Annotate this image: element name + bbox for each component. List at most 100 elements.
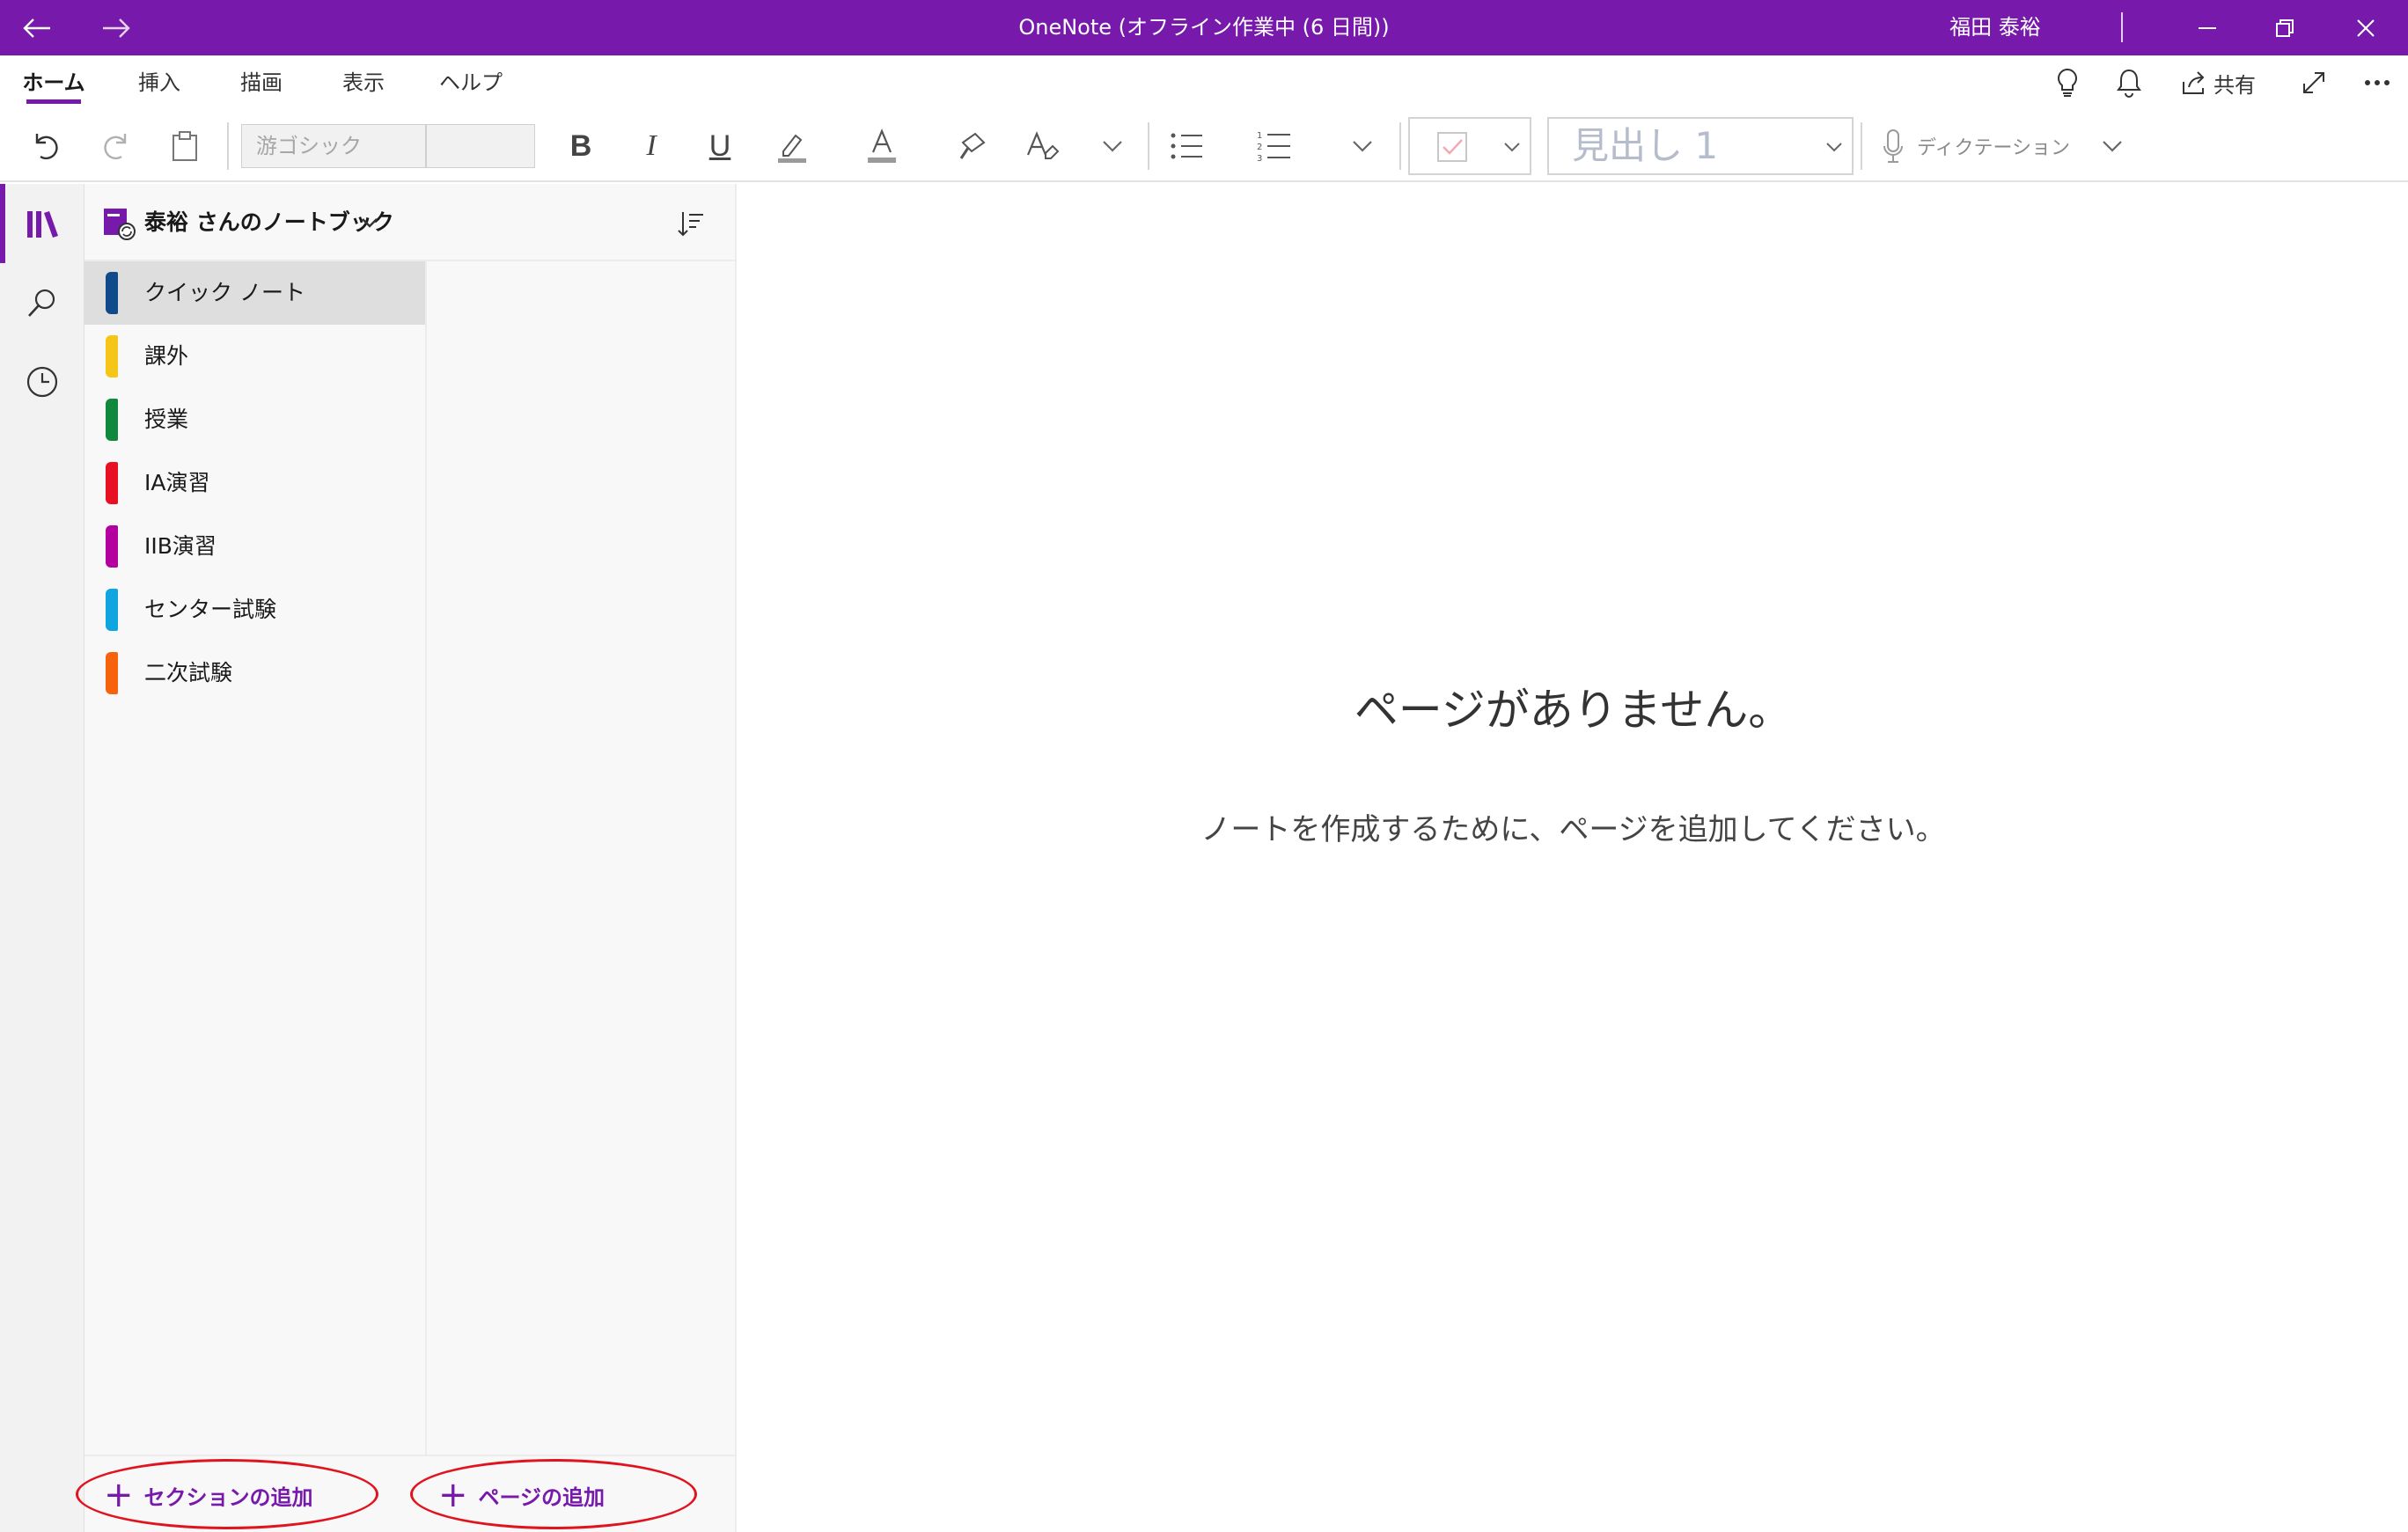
recent-notes-button[interactable] <box>0 342 84 421</box>
notifications-button[interactable] <box>2107 55 2151 110</box>
share-label: 共有 <box>2213 72 2256 98</box>
bell-icon <box>2117 69 2141 98</box>
notebook-sync-icon <box>104 209 136 240</box>
section-item[interactable]: クイック ノート <box>84 261 425 325</box>
toolbar: 游ゴシック B I U 1 2 3 見出し 1 ディクテーション <box>0 110 2408 182</box>
clear-formatting-button[interactable] <box>1017 110 1067 182</box>
more-formatting-dropdown[interactable] <box>1088 110 1137 182</box>
section-item[interactable]: センター試験 <box>84 578 425 641</box>
svg-text:3: 3 <box>1257 154 1262 164</box>
highlight-button[interactable] <box>767 110 817 182</box>
section-label: クイック ノート <box>144 280 305 305</box>
section-item[interactable]: IA演習 <box>84 451 425 515</box>
clock-icon <box>26 366 58 398</box>
more-options-button[interactable] <box>2355 55 2399 110</box>
style-dropdown[interactable]: 見出し 1 <box>1547 117 1854 175</box>
search-button[interactable] <box>0 263 84 342</box>
numbered-list-button[interactable]: 1 2 3 <box>1250 110 1299 182</box>
section-label: 課外 <box>144 343 189 369</box>
paste-button[interactable] <box>160 110 209 182</box>
title-bar: OneNote (オフライン作業中 (6 日間)) 福田 泰裕 <box>0 0 2408 55</box>
notebook-name: 泰裕 さんのノートブック <box>144 209 394 235</box>
undo-button[interactable] <box>21 110 70 182</box>
section-item[interactable]: 二次試験 <box>84 641 425 705</box>
font-size-field[interactable] <box>426 124 535 168</box>
section-color-tab <box>106 652 118 694</box>
sections-list: クイック ノート 課外授業 IA演習 IIB演習センター試験二次試験 <box>84 261 425 965</box>
empty-state-message: ノートを作成するために、ページを追加してください。 <box>1200 812 1946 847</box>
undo-icon <box>35 134 58 160</box>
close-button[interactable] <box>2324 0 2408 55</box>
redo-button[interactable] <box>92 110 141 182</box>
fullscreen-button[interactable] <box>2292 55 2336 110</box>
empty-state-title: ページがありません。 <box>1354 685 1793 736</box>
section-color-tab <box>106 335 118 378</box>
italic-button[interactable]: I <box>627 110 676 182</box>
font-color-icon <box>868 128 896 163</box>
expand-icon <box>2303 72 2324 93</box>
restore-button[interactable] <box>2246 0 2324 55</box>
underline-button[interactable]: U <box>695 110 745 182</box>
lightbulb-icon <box>2058 68 2077 97</box>
section-color-tab <box>106 462 118 504</box>
section-item[interactable]: 課外 <box>84 325 425 388</box>
bullet-list-button[interactable] <box>1162 110 1211 182</box>
clear-format-icon <box>1026 131 1060 159</box>
section-item[interactable]: IIB演習 <box>84 515 425 578</box>
numbered-list-icon: 1 2 3 <box>1257 131 1290 164</box>
tab-insert[interactable]: 挿入 <box>123 55 195 110</box>
dictation-button[interactable]: ディクテーション <box>1882 110 2075 182</box>
sort-button[interactable] <box>669 202 713 246</box>
section-label: IA演習 <box>144 470 210 495</box>
tell-me-button[interactable] <box>2045 55 2089 110</box>
dictation-options-dropdown[interactable] <box>2088 110 2137 182</box>
minimize-icon <box>2199 26 2216 29</box>
section-color-tab <box>106 525 118 568</box>
highlight-ellipse <box>410 1459 697 1529</box>
bold-button[interactable]: B <box>556 110 606 182</box>
paintbrush-icon <box>959 132 986 159</box>
share-icon <box>2183 71 2205 94</box>
section-item[interactable]: 授業 <box>84 388 425 451</box>
toolbar-separator <box>1399 122 1401 170</box>
page-pane <box>425 261 735 1532</box>
microphone-icon <box>1883 129 1903 163</box>
navigation-rail <box>0 184 84 1532</box>
font-color-button[interactable] <box>857 110 907 182</box>
toolbar-separator <box>1861 122 1862 170</box>
notebook-header[interactable]: 泰裕 さんのノートブック <box>84 184 735 261</box>
tab-view[interactable]: 表示 <box>327 55 400 110</box>
minimize-button[interactable] <box>2169 0 2246 55</box>
note-canvas[interactable]: ページがありません。 ノートを作成するために、ページを追加してください。 <box>735 184 2408 1532</box>
svg-text:1: 1 <box>1257 131 1262 141</box>
notebooks-button[interactable] <box>0 184 84 263</box>
clipboard-icon <box>173 131 197 161</box>
checkbox-tag-icon <box>1437 132 1467 162</box>
search-icon <box>28 289 55 317</box>
redo-icon <box>104 134 127 160</box>
tag-dropdown[interactable] <box>1408 117 1531 175</box>
chevron-down-icon <box>1826 143 1842 152</box>
list-options-dropdown[interactable] <box>1338 110 1387 182</box>
rail-active-indicator <box>0 184 5 263</box>
restore-icon <box>2276 18 2294 37</box>
highlighter-icon <box>778 134 806 163</box>
bullet-list-icon <box>1171 133 1202 159</box>
share-button[interactable]: 共有 <box>2174 55 2262 110</box>
dictation-label: ディクテーション <box>1917 137 2071 159</box>
notebooks-icon <box>27 211 58 238</box>
tab-draw[interactable]: 描画 <box>225 55 297 110</box>
title-separator <box>2121 12 2123 42</box>
svg-text:2: 2 <box>1257 143 1262 152</box>
user-name[interactable]: 福田 泰裕 <box>1929 0 2061 55</box>
chevron-down-icon <box>1504 143 1520 152</box>
section-color-tab <box>106 272 118 314</box>
tab-help[interactable]: ヘルプ <box>431 55 510 110</box>
more-icon <box>2365 80 2390 85</box>
active-tab-indicator <box>26 99 81 104</box>
toolbar-separator <box>1148 122 1149 170</box>
font-name-field[interactable]: 游ゴシック <box>241 124 426 168</box>
format-painter-button[interactable] <box>949 110 998 182</box>
section-label: センター試験 <box>144 597 277 622</box>
section-color-tab <box>106 399 118 441</box>
